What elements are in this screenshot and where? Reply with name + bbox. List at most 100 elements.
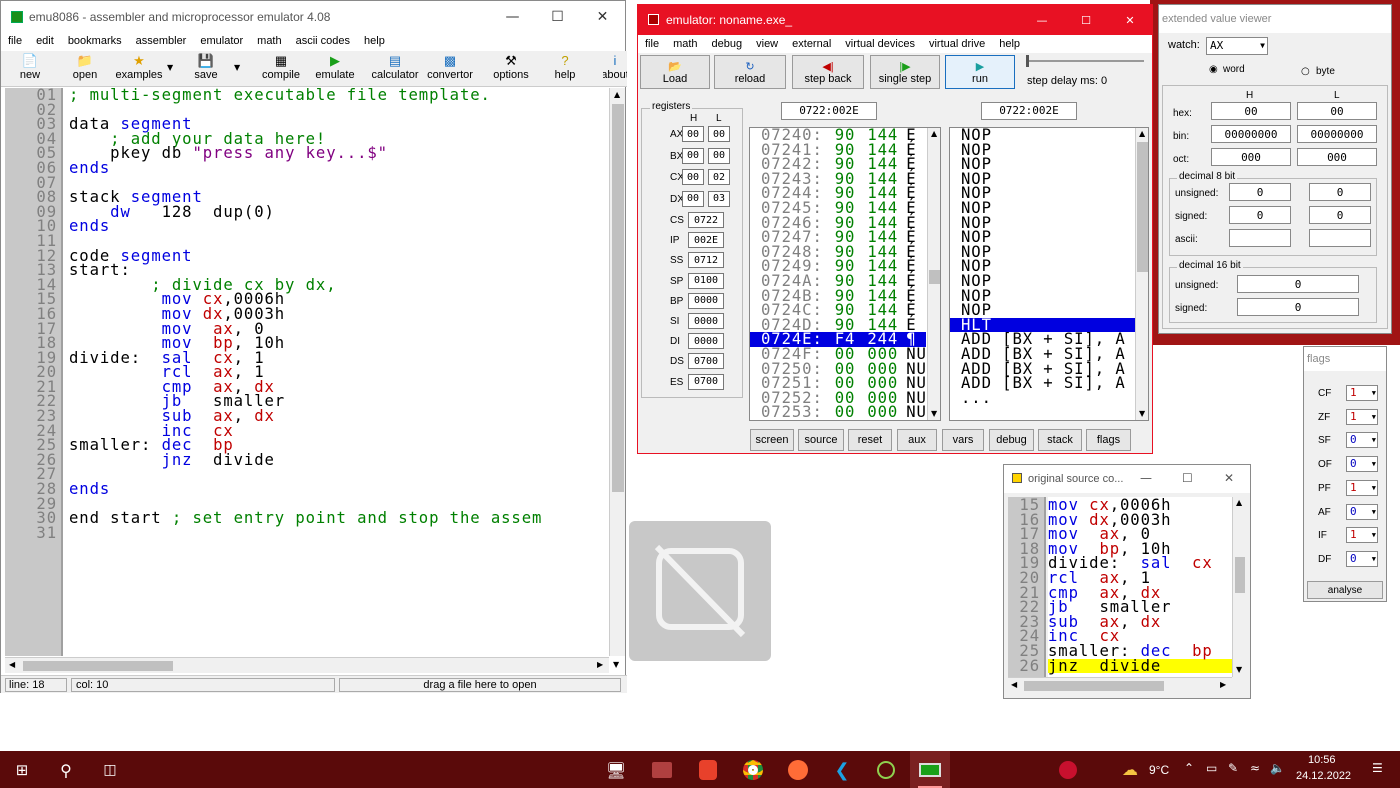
ascii-h-field[interactable]	[1229, 229, 1291, 247]
chevron-down-icon[interactable]: ▼	[1372, 410, 1376, 424]
maximize-button[interactable]: ☐	[1182, 471, 1193, 485]
menu-item[interactable]: ascii codes	[289, 35, 357, 47]
memory-scrollbar[interactable]: ▲ ▼	[927, 128, 940, 420]
register-field[interactable]: 0100	[688, 272, 724, 289]
unsigned-16-field[interactable]: 0	[1237, 275, 1359, 293]
minimize-button[interactable]: —	[1140, 471, 1152, 485]
oct-l-field[interactable]: 000	[1297, 148, 1377, 166]
menu-item[interactable]: math	[666, 38, 704, 50]
chevron-down-icon[interactable]: ▼	[1372, 481, 1376, 495]
editor-hscrollbar[interactable]: ◀ ▶	[5, 657, 609, 673]
compile-button[interactable]: ▦ compile	[259, 51, 303, 83]
scroll-down-arrow[interactable]: ▼	[931, 409, 937, 418]
task-view-button[interactable]: ◫	[90, 751, 130, 788]
clock-time[interactable]: 10:56	[1308, 754, 1336, 766]
menu-item[interactable]: file	[638, 38, 666, 50]
search-button[interactable]: ⚲	[46, 751, 86, 788]
register-field[interactable]: 0000	[688, 292, 724, 309]
flag-select[interactable]: 0 ▼	[1346, 550, 1378, 567]
scroll-right-arrow[interactable]: ▶	[1220, 680, 1226, 689]
code-area[interactable]: ; multi-segment executable file template…	[69, 88, 609, 656]
register-field[interactable]: 0700	[688, 373, 724, 390]
chevron-down-icon[interactable]: ▼	[1372, 528, 1376, 542]
taskbar-app-chrome[interactable]	[733, 751, 773, 788]
volume-icon[interactable]: 🔈	[1270, 761, 1285, 775]
source-code-area[interactable]: mov cx,0006h mov dx,0003h mov ax, 0 mov bp,…	[1048, 498, 1232, 678]
step-delay-slider[interactable]	[1026, 60, 1144, 62]
bin-l-field[interactable]: 00000000	[1297, 125, 1377, 143]
wifi-icon[interactable]: ≈	[1250, 761, 1260, 775]
memory-row[interactable]: 07253: 00 000 NU	[750, 404, 926, 420]
close-button[interactable]: ✕	[1224, 471, 1234, 485]
register-field[interactable]: 0722	[688, 212, 724, 228]
flag-select[interactable]: 0 ▼	[1346, 503, 1378, 520]
scroll-left-arrow[interactable]: ◀	[1011, 680, 1017, 689]
chevron-down-icon[interactable]: ▼	[1372, 505, 1376, 519]
open-button[interactable]: 📁 open	[69, 51, 101, 83]
run-button[interactable]: ▶ run	[945, 55, 1015, 89]
register-l-field[interactable]: 02	[708, 169, 730, 185]
scroll-up-arrow[interactable]: ▲	[1236, 498, 1242, 507]
register-field[interactable]: 0000	[688, 313, 724, 329]
unsigned-l-field[interactable]: 0	[1309, 183, 1371, 201]
chevron-down-icon[interactable]: ▼	[1260, 38, 1265, 54]
chevron-down-icon[interactable]: ▼	[1372, 552, 1376, 566]
taskbar-app-postman[interactable]	[778, 751, 818, 788]
about-button[interactable]: iabout	[603, 51, 627, 83]
address-right[interactable]: 0722:002E	[981, 102, 1077, 120]
weather-icon[interactable]: ☁	[1122, 760, 1138, 779]
byte-radio[interactable]: ○	[1301, 66, 1310, 77]
flag-select[interactable]: 1 ▼	[1346, 385, 1378, 401]
hscrollbar-thumb[interactable]	[23, 661, 173, 671]
convertor-button[interactable]: ▩ convertor	[425, 51, 475, 83]
emulator-reset-button[interactable]: reset	[848, 429, 892, 451]
menu-item[interactable]: file	[1, 35, 29, 47]
slider-thumb[interactable]	[1026, 55, 1029, 67]
scroll-up-arrow[interactable]: ▲	[1139, 129, 1145, 138]
pen-icon[interactable]: ✎	[1228, 761, 1238, 775]
close-button[interactable]: ✕	[1108, 5, 1152, 35]
new-button[interactable]: 📄 new	[15, 51, 45, 83]
signed-16-field[interactable]: 0	[1237, 298, 1359, 316]
menu-item[interactable]: emulator	[193, 35, 250, 47]
register-h-field[interactable]: 00	[682, 147, 704, 164]
flag-select[interactable]: 1 ▼	[1346, 479, 1378, 496]
emulator-stack-button[interactable]: stack	[1038, 429, 1082, 451]
emulator-screen-button[interactable]: screen	[750, 429, 794, 451]
source-hscrollbar[interactable]: ◀ ▶	[1008, 677, 1232, 693]
taskbar-app-vscode[interactable]: ❮	[822, 751, 862, 788]
disassembly-list[interactable]: NOP NOP NOP NOP NOP NOP NOP NOP NOP NOP NOP NOP NOP H…	[949, 127, 1149, 421]
hscrollbar-thumb[interactable]	[1024, 681, 1164, 691]
menu-item[interactable]: view	[749, 38, 785, 50]
menu-item[interactable]: virtual devices	[838, 38, 922, 50]
menu-item[interactable]: edit	[29, 35, 61, 47]
emulator-aux-button[interactable]: aux	[897, 429, 937, 451]
ascii-l-field[interactable]	[1309, 229, 1371, 247]
disasm-row[interactable]: ...	[950, 390, 1136, 406]
flag-select[interactable]: 0 ▼	[1346, 456, 1378, 473]
unsigned-h-field[interactable]: 0	[1229, 183, 1291, 201]
scroll-down-arrow[interactable]: ▼	[613, 660, 619, 669]
menu-item[interactable]: assembler	[129, 35, 194, 47]
signed-l-field[interactable]: 0	[1309, 206, 1371, 224]
menu-item[interactable]: external	[785, 38, 838, 50]
scroll-left-arrow[interactable]: ◀	[9, 660, 15, 669]
source-vscrollbar[interactable]: ▲ ▼	[1232, 497, 1247, 677]
single-step-button[interactable]: |▶ single step	[870, 55, 940, 89]
taskbar-app-remote[interactable]: 🖥	[596, 751, 636, 788]
menu-item[interactable]: help	[992, 38, 1027, 50]
taskbar-app-brave[interactable]	[688, 751, 728, 788]
register-h-field[interactable]: 00	[682, 190, 704, 207]
scroll-up-arrow[interactable]: ▲	[931, 129, 937, 138]
taskbar-app-other[interactable]	[866, 751, 906, 788]
watch-select[interactable]: AX ▼	[1206, 37, 1268, 55]
menu-item[interactable]: debug	[705, 38, 750, 50]
examples-button[interactable]: ★ examples	[113, 51, 165, 83]
maximize-button[interactable]: ☐	[535, 1, 580, 33]
emulator-vars-button[interactable]: vars	[942, 429, 984, 451]
menu-item[interactable]: help	[357, 35, 392, 47]
chevron-up-icon[interactable]: ⌃	[1184, 761, 1194, 775]
scrollbar-thumb[interactable]	[1137, 142, 1148, 272]
register-h-field[interactable]: 00	[682, 169, 704, 185]
emulator-source-button[interactable]: source	[798, 429, 844, 451]
